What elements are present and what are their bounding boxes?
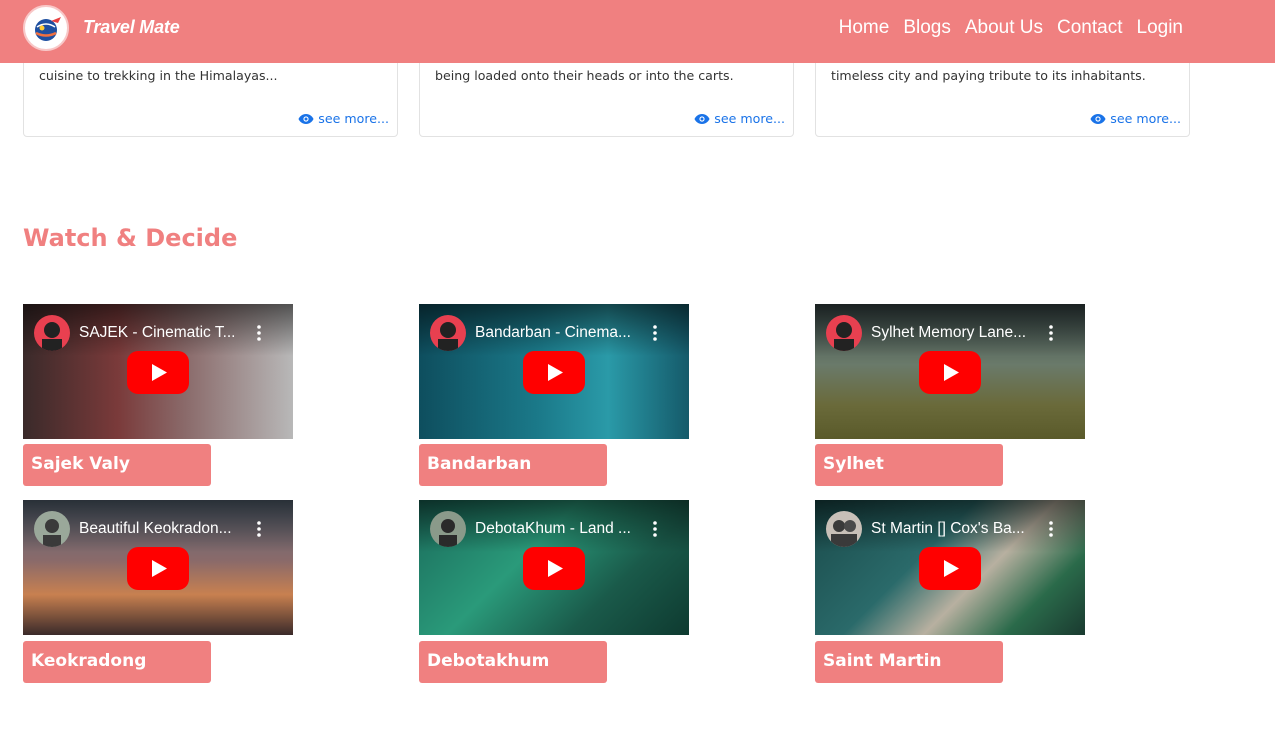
see-more-link[interactable]: see more... bbox=[298, 111, 389, 126]
youtube-play-icon[interactable] bbox=[127, 350, 189, 394]
more-options-icon[interactable] bbox=[1045, 520, 1057, 538]
video-title[interactable]: St Martin [] Cox's Ba... bbox=[871, 520, 1046, 538]
more-options-icon[interactable] bbox=[649, 520, 661, 538]
blog-card-excerpt: being loaded onto their heads or into th… bbox=[435, 68, 734, 83]
see-more-link[interactable]: see more... bbox=[694, 111, 785, 126]
nav-link-blogs[interactable]: Blogs bbox=[903, 17, 951, 39]
see-more-link[interactable]: see more... bbox=[1090, 111, 1181, 126]
video-label: Saint Martin bbox=[815, 641, 1003, 683]
video-label: Bandarban bbox=[419, 444, 607, 486]
more-options-icon[interactable] bbox=[1045, 324, 1057, 342]
navbar: Travel Mate Home Blogs About Us Contact … bbox=[0, 0, 1275, 63]
channel-avatar[interactable] bbox=[826, 315, 862, 351]
channel-avatar[interactable] bbox=[34, 511, 70, 547]
video-embed[interactable]: Bandarban - Cinema... bbox=[419, 304, 689, 439]
video-title[interactable]: SAJEK - Cinematic T... bbox=[79, 324, 254, 342]
globe-logo-icon bbox=[35, 17, 61, 41]
more-options-icon[interactable] bbox=[649, 324, 661, 342]
video-title[interactable]: DebotaKhum - Land ... bbox=[475, 520, 650, 538]
channel-avatar[interactable] bbox=[430, 315, 466, 351]
eye-icon bbox=[298, 113, 314, 124]
video-embed[interactable]: St Martin [] Cox's Ba... bbox=[815, 500, 1085, 635]
logo[interactable] bbox=[23, 5, 69, 51]
channel-avatar[interactable] bbox=[34, 315, 70, 351]
video-label: Sylhet bbox=[815, 444, 1003, 486]
more-options-icon[interactable] bbox=[253, 324, 265, 342]
blog-card-excerpt: cuisine to trekking in the Himalayas... bbox=[39, 68, 278, 83]
see-more-label: see more... bbox=[714, 111, 785, 126]
youtube-play-icon[interactable] bbox=[523, 350, 585, 394]
channel-avatar[interactable] bbox=[826, 511, 862, 547]
video-embed[interactable]: Beautiful Keokradon... bbox=[23, 500, 293, 635]
section-title: Watch & Decide bbox=[23, 224, 238, 252]
video-embed[interactable]: Sylhet Memory Lane... bbox=[815, 304, 1085, 439]
eye-icon bbox=[694, 113, 710, 124]
eye-icon bbox=[1090, 113, 1106, 124]
nav-link-login[interactable]: Login bbox=[1137, 17, 1184, 39]
nav-links: Home Blogs About Us Contact Login bbox=[825, 17, 1183, 39]
youtube-play-icon[interactable] bbox=[127, 546, 189, 590]
see-more-label: see more... bbox=[318, 111, 389, 126]
video-label: Keokradong bbox=[23, 641, 211, 683]
nav-link-contact[interactable]: Contact bbox=[1057, 17, 1122, 39]
video-label: Sajek Valy bbox=[23, 444, 211, 486]
youtube-play-icon[interactable] bbox=[919, 350, 981, 394]
video-title[interactable]: Beautiful Keokradon... bbox=[79, 520, 254, 538]
video-label: Debotakhum bbox=[419, 641, 607, 683]
youtube-play-icon[interactable] bbox=[919, 546, 981, 590]
video-title[interactable]: Sylhet Memory Lane... bbox=[871, 324, 1046, 342]
video-title[interactable]: Bandarban - Cinema... bbox=[475, 324, 650, 342]
channel-avatar[interactable] bbox=[430, 511, 466, 547]
video-embed[interactable]: SAJEK - Cinematic T... bbox=[23, 304, 293, 439]
see-more-label: see more... bbox=[1110, 111, 1181, 126]
nav-link-about-us[interactable]: About Us bbox=[965, 17, 1043, 39]
blog-card-excerpt: timeless city and paying tribute to its … bbox=[831, 68, 1146, 83]
video-embed[interactable]: DebotaKhum - Land ... bbox=[419, 500, 689, 635]
youtube-play-icon[interactable] bbox=[523, 546, 585, 590]
brand-name[interactable]: Travel Mate bbox=[83, 17, 180, 38]
nav-link-home[interactable]: Home bbox=[839, 17, 890, 39]
more-options-icon[interactable] bbox=[253, 520, 265, 538]
